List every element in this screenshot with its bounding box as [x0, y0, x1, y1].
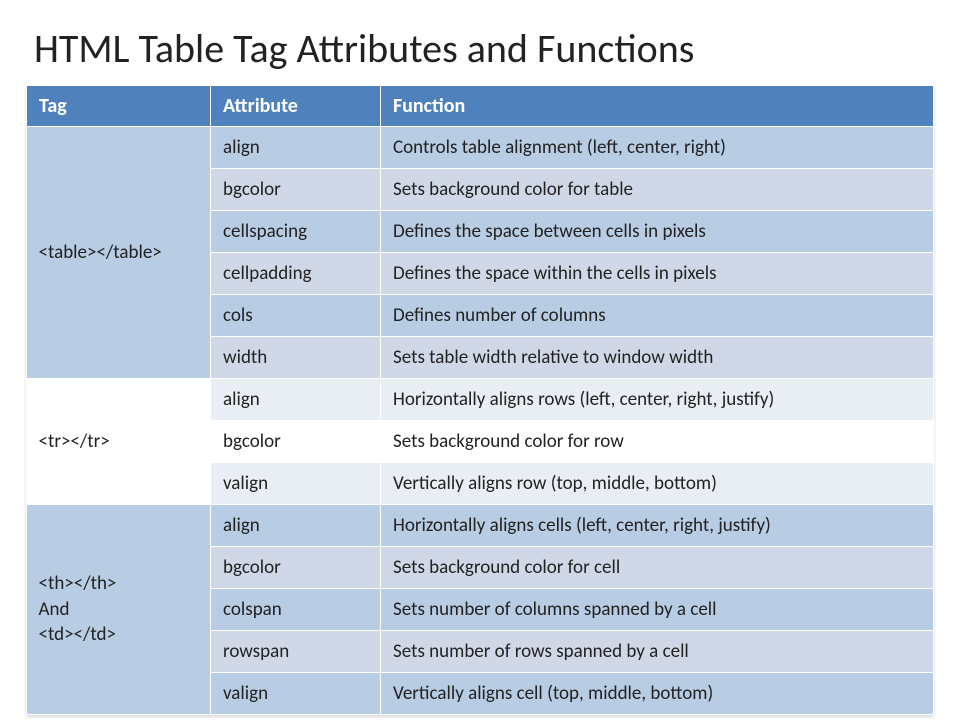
func-cell: Vertically aligns row (top, middle, bott…	[381, 463, 934, 505]
header-function: Function	[381, 86, 934, 127]
tag-cell-th-td: <th></th> And <td></td>	[27, 505, 211, 715]
attr-cell: colspan	[211, 589, 381, 631]
attr-cell: bgcolor	[211, 169, 381, 211]
header-tag: Tag	[27, 86, 211, 127]
attr-cell: align	[211, 379, 381, 421]
attr-cell: valign	[211, 463, 381, 505]
func-cell: Defines the space within the cells in pi…	[381, 253, 934, 295]
func-cell: Sets background color for table	[381, 169, 934, 211]
func-cell: Sets number of rows spanned by a cell	[381, 631, 934, 673]
func-cell: Sets background color for cell	[381, 547, 934, 589]
func-cell: Defines number of columns	[381, 295, 934, 337]
attr-cell: bgcolor	[211, 421, 381, 463]
table-header-row: Tag Attribute Function	[27, 86, 934, 127]
func-cell: Defines the space between cells in pixel…	[381, 211, 934, 253]
attr-cell: rowspan	[211, 631, 381, 673]
func-cell: Vertically aligns cell (top, middle, bot…	[381, 673, 934, 715]
attr-cell: cellpadding	[211, 253, 381, 295]
attributes-table: Tag Attribute Function <table></table> a…	[26, 85, 934, 715]
tag-cell-tr: <tr></tr>	[27, 379, 211, 505]
func-cell: Sets number of columns spanned by a cell	[381, 589, 934, 631]
attr-cell: cols	[211, 295, 381, 337]
table-row: <table></table> align Controls table ali…	[27, 127, 934, 169]
attr-cell: align	[211, 505, 381, 547]
func-cell: Sets background color for row	[381, 421, 934, 463]
attr-cell: valign	[211, 673, 381, 715]
attr-cell: align	[211, 127, 381, 169]
table-row: <tr></tr> align Horizontally aligns rows…	[27, 379, 934, 421]
func-cell: Controls table alignment (left, center, …	[381, 127, 934, 169]
attr-cell: cellspacing	[211, 211, 381, 253]
attr-cell: bgcolor	[211, 547, 381, 589]
func-cell: Horizontally aligns rows (left, center, …	[381, 379, 934, 421]
table-row: <th></th> And <td></td> align Horizontal…	[27, 505, 934, 547]
func-cell: Horizontally aligns cells (left, center,…	[381, 505, 934, 547]
slide-title: HTML Table Tag Attributes and Functions	[0, 0, 960, 85]
header-attribute: Attribute	[211, 86, 381, 127]
attr-cell: width	[211, 337, 381, 379]
func-cell: Sets table width relative to window widt…	[381, 337, 934, 379]
tag-cell-table: <table></table>	[27, 127, 211, 379]
